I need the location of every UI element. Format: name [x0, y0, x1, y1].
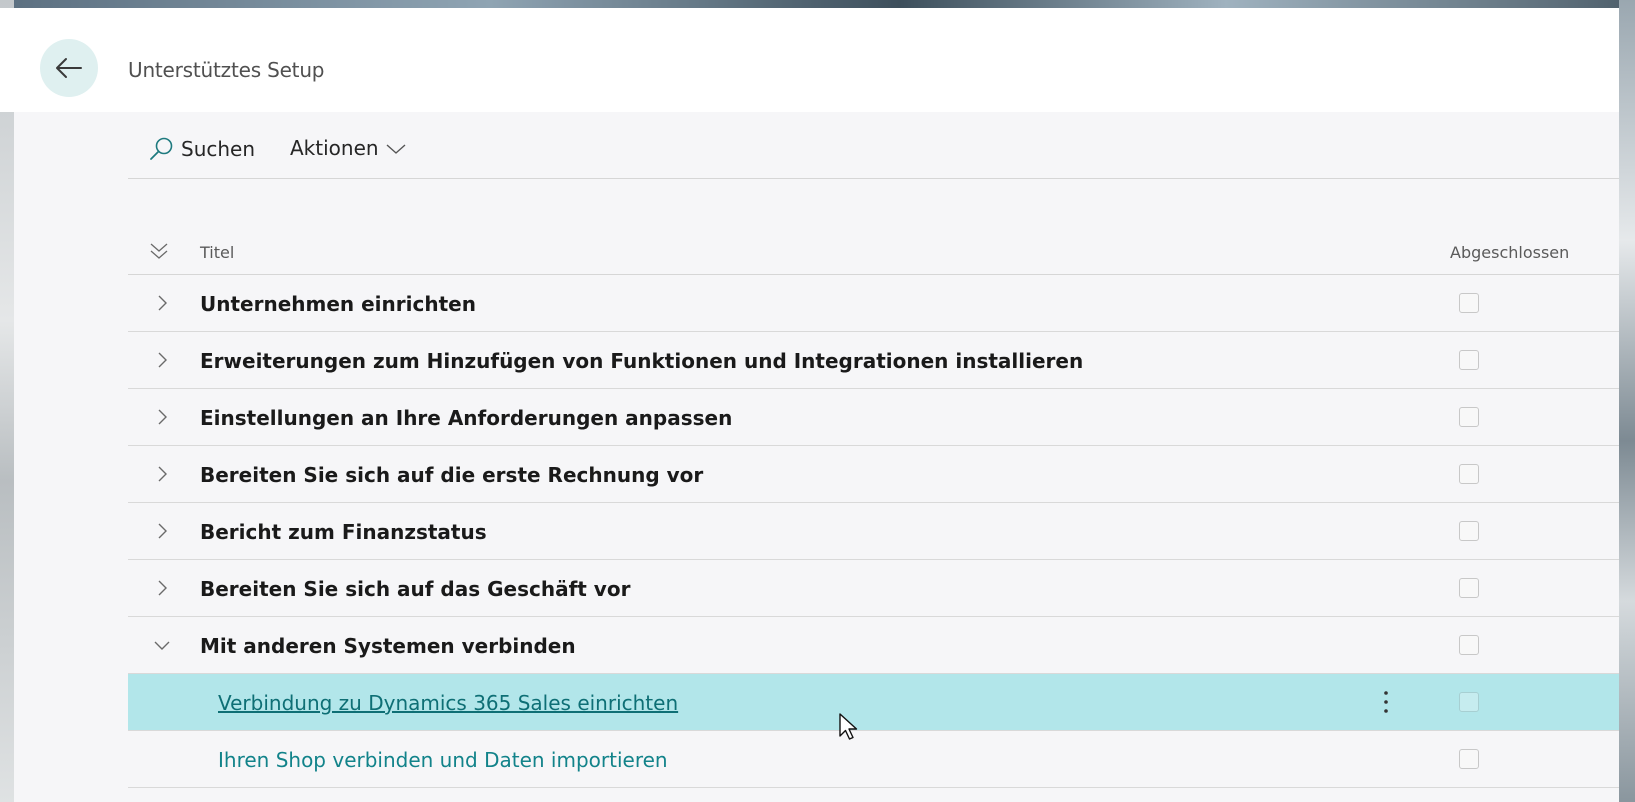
chevron-right-icon[interactable]	[152, 293, 172, 313]
search-icon	[150, 137, 173, 160]
chevron-right-icon[interactable]	[152, 407, 172, 427]
page-content: Suchen Aktionen Titel Abgeschlossen Unte…	[128, 112, 1619, 802]
double-chevron-down-icon	[150, 243, 168, 259]
group-title: Mit anderen Systemen verbinden	[200, 634, 576, 658]
group-title: Bereiten Sie sich auf das Geschäft vor	[200, 577, 631, 601]
table-row[interactable]: Ihren Shop verbinden und Daten importier…	[128, 731, 1619, 788]
completed-checkbox[interactable]	[1459, 293, 1479, 313]
chevron-down-icon	[386, 144, 406, 154]
chevron-right-icon[interactable]	[152, 578, 172, 598]
table-row-selected[interactable]: Verbindung zu Dynamics 365 Sales einrich…	[128, 674, 1619, 731]
assisted-setup-window: Unterstütztes Setup Suchen Aktionen Tite…	[0, 8, 1619, 802]
page-title: Unterstütztes Setup	[128, 58, 325, 82]
table-row[interactable]: Bericht zum Finanzstatus	[128, 503, 1619, 560]
completed-checkbox[interactable]	[1459, 521, 1479, 541]
completed-checkbox[interactable]	[1459, 692, 1479, 712]
table-row[interactable]: Mit anderen Systemen verbinden	[128, 617, 1619, 674]
background-right	[1619, 0, 1635, 802]
chevron-right-icon[interactable]	[152, 464, 172, 484]
chevron-right-icon[interactable]	[152, 521, 172, 541]
collapse-all-button[interactable]	[148, 239, 170, 267]
chevron-down-icon[interactable]	[152, 635, 172, 655]
completed-checkbox[interactable]	[1459, 350, 1479, 370]
group-title: Unternehmen einrichten	[200, 292, 476, 316]
search-label: Suchen	[181, 137, 256, 161]
page-header: Unterstütztes Setup	[0, 8, 1619, 112]
more-options-icon[interactable]	[1376, 686, 1396, 718]
chevron-right-icon[interactable]	[152, 350, 172, 370]
setup-list: Unternehmen einrichten Erweiterungen zum…	[128, 275, 1619, 788]
completed-checkbox[interactable]	[1459, 749, 1479, 769]
action-bar: Suchen Aktionen	[128, 112, 1619, 179]
column-header-completed[interactable]: Abgeschlossen	[1450, 243, 1569, 262]
completed-checkbox[interactable]	[1459, 578, 1479, 598]
actions-label: Aktionen	[290, 136, 379, 160]
completed-checkbox[interactable]	[1459, 407, 1479, 427]
arrow-left-icon	[56, 58, 82, 78]
table-header: Titel Abgeschlossen	[128, 228, 1619, 275]
completed-checkbox[interactable]	[1459, 635, 1479, 655]
column-header-title[interactable]: Titel	[200, 243, 234, 262]
group-title: Einstellungen an Ihre Anforderungen anpa…	[200, 406, 733, 430]
table-row[interactable]: Erweiterungen zum Hinzufügen von Funktio…	[128, 332, 1619, 389]
group-title: Bereiten Sie sich auf die erste Rechnung…	[200, 463, 704, 487]
table-row[interactable]: Einstellungen an Ihre Anforderungen anpa…	[128, 389, 1619, 446]
table-row[interactable]: Unternehmen einrichten	[128, 275, 1619, 332]
group-title: Bericht zum Finanzstatus	[200, 520, 487, 544]
setup-link-dynamics-sales[interactable]: Verbindung zu Dynamics 365 Sales einrich…	[218, 691, 678, 715]
setup-link-shop[interactable]: Ihren Shop verbinden und Daten importier…	[218, 748, 668, 772]
background-left	[0, 0, 14, 802]
table-row[interactable]: Bereiten Sie sich auf das Geschäft vor	[128, 560, 1619, 617]
completed-checkbox[interactable]	[1459, 464, 1479, 484]
group-title: Erweiterungen zum Hinzufügen von Funktio…	[200, 349, 1084, 373]
mouse-pointer-icon	[838, 712, 860, 746]
actions-menu-button[interactable]: Aktionen	[290, 136, 407, 160]
search-button[interactable]: Suchen	[148, 136, 255, 162]
back-button[interactable]	[40, 39, 98, 97]
table-row[interactable]: Bereiten Sie sich auf die erste Rechnung…	[128, 446, 1619, 503]
